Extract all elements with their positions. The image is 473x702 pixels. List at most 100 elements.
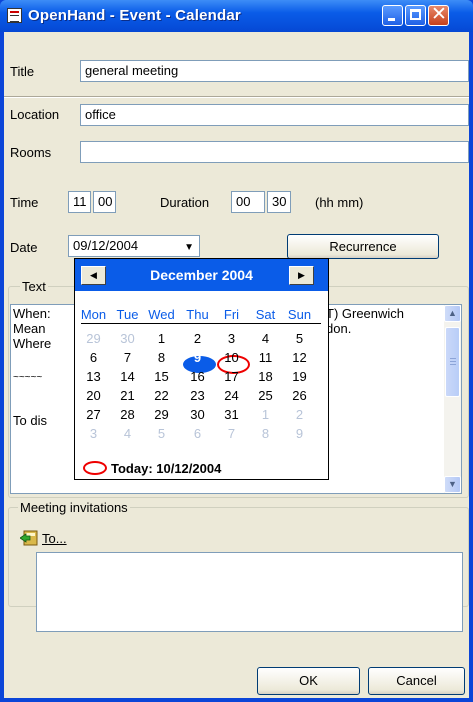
calendar-day[interactable]: 23 <box>182 388 213 403</box>
separator <box>4 96 469 98</box>
location-label: Location <box>10 107 60 122</box>
today-link[interactable]: Today: 10/12/2004 <box>111 461 221 476</box>
weekday-header: Mon <box>80 307 107 322</box>
window: OpenHand - Event - Calendar ✕ Title gene… <box>0 0 473 702</box>
calendar-day[interactable]: 29 <box>146 407 177 422</box>
title-input[interactable]: general meeting <box>80 60 469 82</box>
calendar-day[interactable]: 4 <box>250 331 281 346</box>
time-minutes-input[interactable]: 00 <box>93 191 116 213</box>
title-label: Title <box>10 64 35 79</box>
to-link[interactable]: To... <box>42 531 67 546</box>
calendar-day[interactable]: 3 <box>78 426 109 441</box>
calendar-day[interactable]: 6 <box>78 350 109 365</box>
invitations-group-label: Meeting invitations <box>18 500 130 515</box>
calendar-day[interactable]: 13 <box>78 369 109 384</box>
location-input[interactable]: office <box>80 104 469 126</box>
calendar-day[interactable]: 11 <box>250 350 281 365</box>
chevron-down-icon: ▼ <box>184 242 194 253</box>
calendar-day[interactable]: 9 <box>284 426 315 441</box>
calendar-day[interactable]: 28 <box>112 407 143 422</box>
calendar-day[interactable]: 7 <box>216 426 247 441</box>
invitations-list[interactable] <box>36 552 463 632</box>
next-month-button[interactable]: ▶ <box>289 266 314 285</box>
calendar-day[interactable]: 27 <box>78 407 109 422</box>
calendar-header: ◀ December 2004 ▶ <box>75 259 328 291</box>
calendar-day[interactable]: 5 <box>284 331 315 346</box>
time-hours-input[interactable]: 11 <box>68 191 91 213</box>
grip-line <box>450 361 456 362</box>
title-bar[interactable]: OpenHand - Event - Calendar ✕ <box>0 0 473 32</box>
calendar-day[interactable]: 7 <box>112 350 143 365</box>
grip-line <box>450 358 456 359</box>
minimize-button[interactable] <box>382 5 403 26</box>
close-icon: ✕ <box>431 3 447 25</box>
text-line: Mean <box>13 321 46 336</box>
calendar-day[interactable]: 14 <box>112 369 143 384</box>
text-line: don. <box>326 321 352 336</box>
calendar-day[interactable]: 9 <box>182 350 213 365</box>
calendar-day[interactable]: 26 <box>284 388 315 403</box>
text-line: T) Greenwich <box>326 306 405 321</box>
calendar-day[interactable]: 31 <box>216 407 247 422</box>
text-group-label: Text <box>20 279 48 294</box>
calendar-day[interactable]: 18 <box>250 369 281 384</box>
calendar-day[interactable]: 15 <box>146 369 177 384</box>
calendar-day[interactable]: 30 <box>112 331 143 346</box>
weekday-header: Tue <box>116 307 139 322</box>
chevron-right-icon: ▶ <box>298 270 305 280</box>
close-button[interactable]: ✕ <box>428 3 449 26</box>
prev-month-button[interactable]: ◀ <box>81 266 106 285</box>
text-line: ~~~~~ <box>13 372 43 383</box>
calendar-day[interactable]: 8 <box>250 426 281 441</box>
date-value: 09/12/2004 <box>73 238 139 253</box>
weekday-header: Sun <box>287 307 312 322</box>
calendar-day[interactable]: 1 <box>250 407 281 422</box>
time-label: Time <box>10 195 39 210</box>
calendar-day[interactable]: 22 <box>146 388 177 403</box>
text-scrollbar[interactable]: ▲ ▼ <box>444 305 461 493</box>
maximize-button[interactable] <box>405 5 426 26</box>
calendar-day[interactable]: 20 <box>78 388 109 403</box>
weekday-header: Fri <box>223 307 240 322</box>
duration-minutes-input[interactable]: 30 <box>267 191 291 213</box>
calendar-day[interactable]: 19 <box>284 369 315 384</box>
calendar-day[interactable]: 6 <box>182 426 213 441</box>
chevron-down-icon: ▼ <box>448 479 457 489</box>
calendar-day[interactable]: 2 <box>284 407 315 422</box>
recurrence-button[interactable]: Recurrence <box>287 234 439 259</box>
event-form: Title general meeting Location office Ro… <box>4 32 469 698</box>
scroll-thumb[interactable] <box>445 327 460 397</box>
calendar-day[interactable]: 10 <box>216 350 247 365</box>
calendar-day[interactable]: 21 <box>112 388 143 403</box>
chevron-up-icon: ▲ <box>448 308 457 318</box>
rooms-input[interactable] <box>80 141 469 163</box>
cancel-button[interactable]: Cancel <box>368 667 465 695</box>
weekday-divider <box>81 323 321 324</box>
grip-line <box>450 364 456 365</box>
text-line: When: <box>13 306 51 321</box>
ok-button[interactable]: OK <box>257 667 360 695</box>
calendar-day[interactable]: 30 <box>182 407 213 422</box>
calendar-day[interactable]: 12 <box>284 350 315 365</box>
scroll-up-arrow[interactable]: ▲ <box>444 305 461 322</box>
calendar-day[interactable]: 4 <box>112 426 143 441</box>
calendar-day[interactable]: 8 <box>146 350 177 365</box>
address-book-icon[interactable] <box>20 530 38 546</box>
calendar-day[interactable]: 1 <box>146 331 177 346</box>
calendar-day[interactable]: 29 <box>78 331 109 346</box>
duration-hours-input[interactable]: 00 <box>231 191 265 213</box>
scroll-down-arrow[interactable]: ▼ <box>444 476 461 493</box>
app-icon[interactable] <box>7 8 22 23</box>
date-dropdown[interactable]: 09/12/2004 ▼ <box>68 235 200 257</box>
maximize-icon <box>410 9 421 20</box>
calendar-day[interactable]: 16 <box>182 369 213 384</box>
calendar-day[interactable]: 17 <box>216 369 247 384</box>
duration-label: Duration <box>160 195 210 210</box>
calendar-day[interactable]: 5 <box>146 426 177 441</box>
chevron-left-icon: ◀ <box>90 270 97 280</box>
text-line: Where <box>13 336 52 351</box>
calendar-day[interactable]: 3 <box>216 331 247 346</box>
calendar-day[interactable]: 2 <box>182 331 213 346</box>
calendar-day[interactable]: 24 <box>216 388 247 403</box>
calendar-day[interactable]: 25 <box>250 388 281 403</box>
